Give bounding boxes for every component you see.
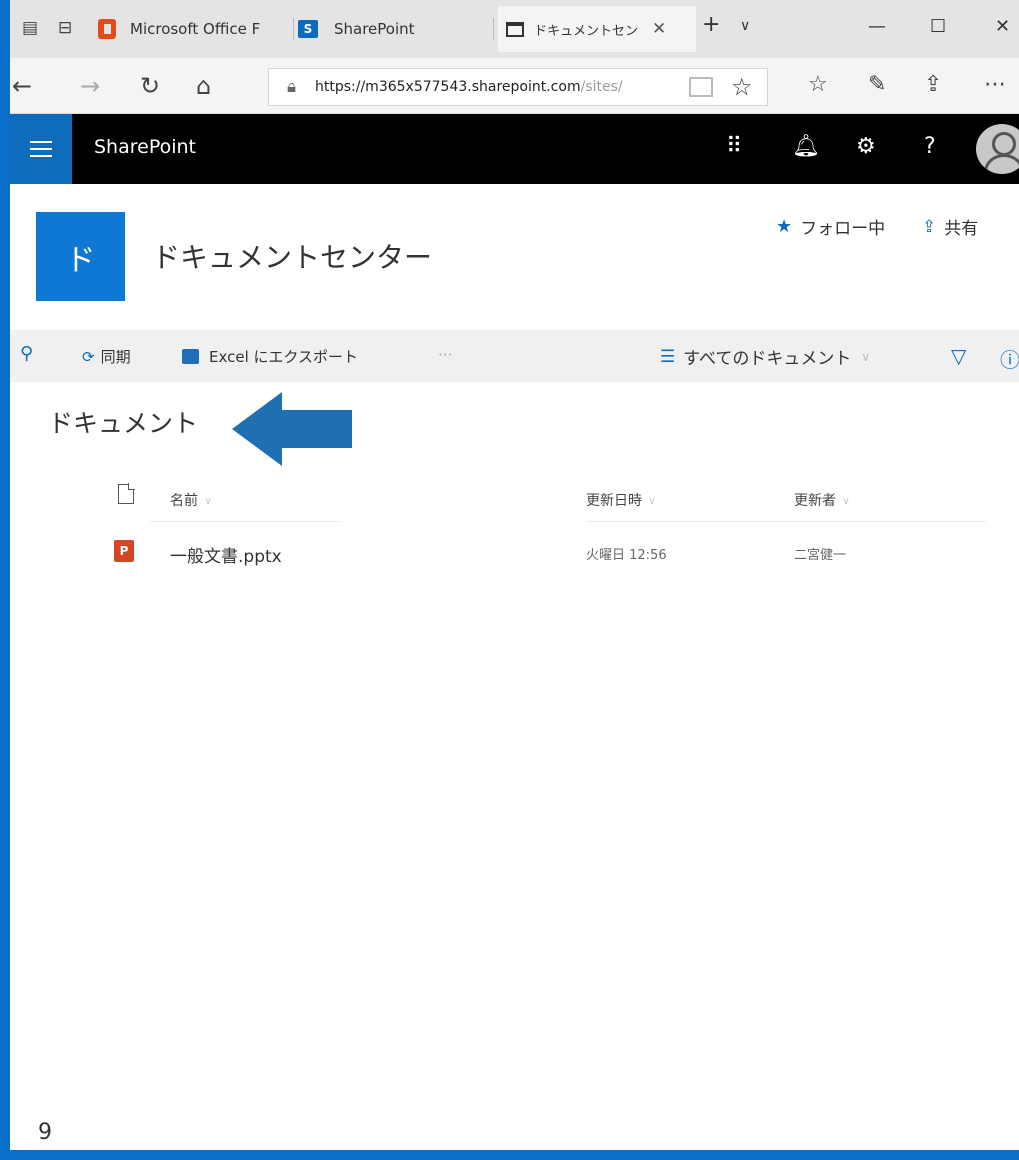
view-label: すべてのドキュメント xyxy=(683,349,852,369)
frame-bottom-border xyxy=(0,1150,1019,1160)
tab-label: Microsoft Office F xyxy=(130,20,261,38)
chevron-down-icon: ∨ xyxy=(648,493,657,507)
menu-icon[interactable] xyxy=(10,114,72,184)
modified-date: 火曜日 12:56 xyxy=(586,548,667,563)
follow-button[interactable]: ★ フォロー中 xyxy=(776,214,885,239)
arrow-annotation-icon xyxy=(232,392,352,466)
header-divider xyxy=(586,521,986,522)
maximize-icon[interactable]: ☐ xyxy=(930,16,946,37)
column-label: 更新者 xyxy=(794,493,836,509)
browser-tab-bar: ▤ ⊟ Microsoft Office F S SharePoint ドキュメ… xyxy=(10,0,1019,58)
bell-icon[interactable]: 🔔︎ xyxy=(792,134,820,159)
favorite-star-icon[interactable]: ☆ xyxy=(731,73,753,101)
refresh-icon[interactable]: ↻ xyxy=(140,72,160,100)
search-icon[interactable]: ⚲ xyxy=(20,343,33,364)
view-selector[interactable]: ☰ すべてのドキュメント ∨ xyxy=(660,344,871,370)
tab-separator xyxy=(493,18,494,40)
tab-document-center[interactable]: ドキュメントセン ✕ xyxy=(498,6,696,52)
page-number: 9 xyxy=(38,1120,52,1145)
header-divider xyxy=(150,521,340,522)
favorites-list-icon[interactable]: ☆ xyxy=(808,72,828,97)
url-path: /sites/ xyxy=(580,79,623,95)
filter-icon[interactable]: ▽ xyxy=(951,344,966,368)
url-input[interactable]: 🔒︎ https://m365x577543.sharepoint.com/si… xyxy=(268,68,768,106)
lock-icon: 🔒︎ xyxy=(287,77,297,97)
library-title: ドキュメント xyxy=(48,409,199,438)
sync-button[interactable]: ⟳ 同期 xyxy=(82,346,131,367)
powerpoint-file-icon: P xyxy=(114,540,134,562)
share-label: 共有 xyxy=(944,219,979,239)
chevron-down-icon: ∨ xyxy=(842,493,851,507)
excel-icon xyxy=(182,349,199,364)
info-icon[interactable]: ⓘ xyxy=(1000,344,1019,373)
tab-label: ドキュメントセン xyxy=(534,23,639,39)
url-text: https://m365x577543.sharepoint.com/sites… xyxy=(315,79,623,95)
tab-list-button[interactable]: ∨ xyxy=(740,18,750,34)
export-excel-button[interactable]: Excel にエクスポート xyxy=(182,346,358,367)
office-logo-icon xyxy=(98,19,116,39)
pen-icon[interactable]: ✎ xyxy=(868,72,886,97)
star-icon: ★ xyxy=(776,216,793,237)
sync-label: 同期 xyxy=(100,348,131,366)
forward-icon[interactable]: → xyxy=(80,72,100,100)
share-button[interactable]: ⇪ 共有 xyxy=(922,214,979,240)
more-commands-button[interactable]: ··· xyxy=(438,346,452,364)
tab-label: SharePoint xyxy=(334,20,415,38)
page-icon xyxy=(506,21,524,37)
modified-by: 二宮健一 xyxy=(794,548,847,563)
file-name-link[interactable]: 一般文書.pptx xyxy=(170,542,282,567)
browser-address-bar: ← → ↻ ⌂ 🔒︎ https://m365x577543.sharepoin… xyxy=(10,58,1019,114)
command-bar: ⚲ ⟳ 同期 Excel にエクスポート ··· ☰ すべてのドキュメント ∨ … xyxy=(10,330,1019,382)
gear-icon[interactable]: ⚙ xyxy=(856,134,876,159)
export-label: Excel にエクスポート xyxy=(209,348,359,366)
more-icon[interactable]: ⋯ xyxy=(984,72,1006,97)
set-aside-tabs-icon[interactable]: ⊟ xyxy=(58,18,72,38)
column-label: 名前 xyxy=(170,493,198,509)
url-host: https://m365x577543.sharepoint.com xyxy=(315,79,581,95)
site-logo[interactable]: ド xyxy=(36,212,125,301)
new-tab-button[interactable]: + xyxy=(702,12,720,37)
suite-title[interactable]: SharePoint xyxy=(94,136,196,158)
avatar[interactable] xyxy=(976,124,1019,174)
column-header-modified-by[interactable]: 更新者 ∨ xyxy=(794,490,850,510)
column-header-modified[interactable]: 更新日時 ∨ xyxy=(586,490,656,510)
frame-left-border xyxy=(0,0,10,1160)
chevron-down-icon: ∨ xyxy=(861,349,871,364)
view-list-icon: ☰ xyxy=(660,346,676,367)
sharepoint-logo-icon: S xyxy=(298,20,318,38)
sync-icon: ⟳ xyxy=(82,347,95,366)
suite-bar: SharePoint ⠿ 🔔︎ ⚙ ? xyxy=(10,114,1019,184)
share-browser-icon[interactable]: ⇪ xyxy=(924,72,942,97)
column-label: 更新日時 xyxy=(586,493,642,509)
back-icon[interactable]: ← xyxy=(12,72,32,100)
app-launcher-icon[interactable]: ⠿ xyxy=(726,134,742,159)
site-title[interactable]: ドキュメントセンター xyxy=(152,236,432,276)
close-window-icon[interactable]: ✕ xyxy=(995,16,1010,37)
close-tab-icon[interactable]: ✕ xyxy=(652,19,666,39)
minimize-icon[interactable]: — xyxy=(868,16,886,37)
tab-actions-icon[interactable]: ▤ xyxy=(22,18,38,38)
tab-sharepoint[interactable]: S SharePoint xyxy=(298,6,494,52)
help-icon[interactable]: ? xyxy=(924,134,936,159)
tab-microsoft-office[interactable]: Microsoft Office F xyxy=(98,6,294,52)
tab-separator xyxy=(293,18,294,40)
reading-view-icon[interactable] xyxy=(689,77,713,97)
share-icon: ⇪ xyxy=(922,216,937,237)
column-header-name[interactable]: 名前 ∨ xyxy=(170,490,212,510)
follow-label: フォロー中 xyxy=(800,219,886,239)
file-type-icon xyxy=(118,483,135,504)
chevron-down-icon: ∨ xyxy=(204,493,213,507)
site-logo-letter: ド xyxy=(65,242,96,278)
home-icon[interactable]: ⌂ xyxy=(196,72,211,100)
